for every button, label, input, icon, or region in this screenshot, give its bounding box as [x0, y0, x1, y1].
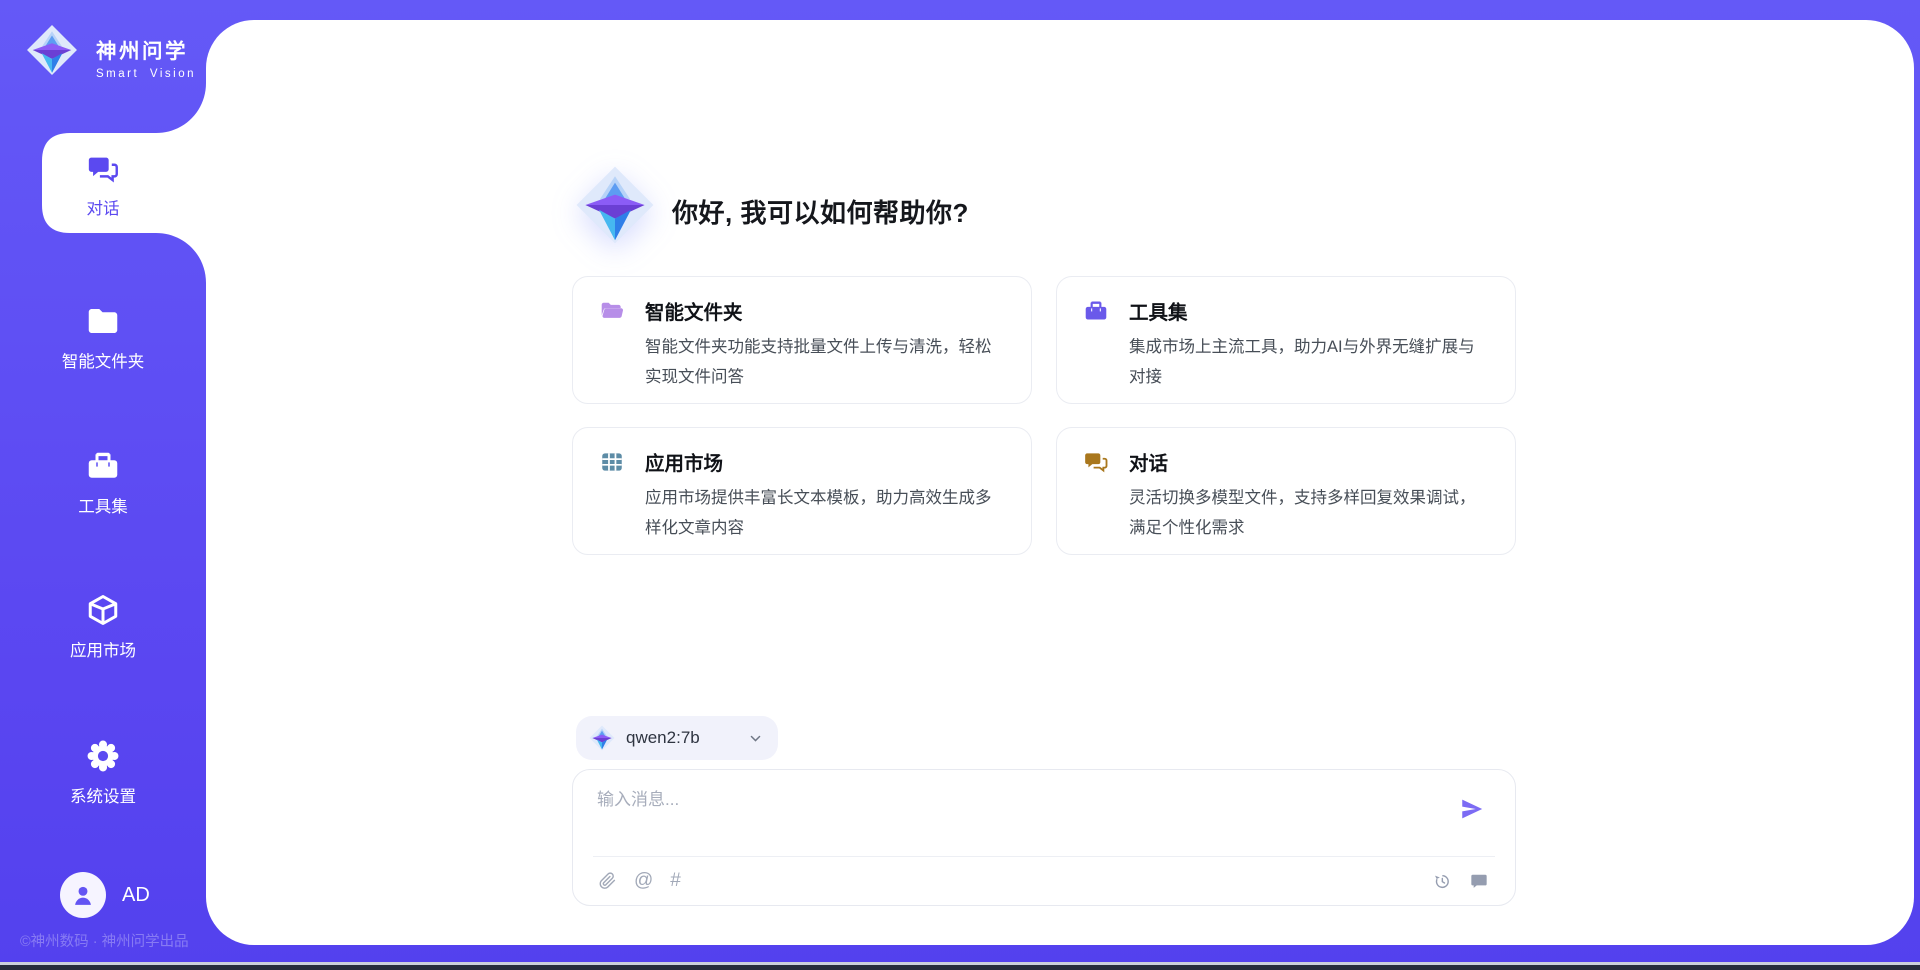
assistant-logo-icon: [575, 165, 655, 245]
message-input[interactable]: [597, 785, 1417, 849]
brand: 神州问学 Smart Vision: [26, 24, 196, 80]
sidebar-item-settings[interactable]: 系统设置: [0, 738, 206, 807]
sidebar-item-smart-folder[interactable]: 智能文件夹: [0, 303, 206, 372]
sidebar-item-label: 工具集: [78, 493, 128, 517]
sidebar-item-label: 智能文件夹: [62, 348, 145, 372]
card-toolset[interactable]: 工具集 集成市场上主流工具，助力AI与外界无缝扩展与对接: [1056, 276, 1516, 404]
sidebar: 神州问学 Smart Vision 对话 智能文件夹: [0, 0, 206, 970]
brand-name: 神州问学: [96, 34, 196, 64]
card-description: 智能文件夹功能支持批量文件上传与清洗，轻松实现文件问答: [645, 332, 1007, 392]
user-label: AD: [122, 884, 150, 907]
brand-logo-icon: [26, 24, 78, 76]
hash-icon[interactable]: #: [670, 871, 681, 891]
avatar: [60, 872, 106, 918]
copyright-text: ©神州数码 · 神州问学出品: [20, 930, 189, 951]
folder-open-icon: [599, 298, 625, 324]
main-content: 你好, 我可以如何帮助你? 智能文件夹 智能文件夹功能支持批量文件上传与清洗，轻…: [206, 20, 1914, 945]
sidebar-item-label: 系统设置: [70, 783, 136, 807]
user-account[interactable]: AD: [60, 872, 150, 918]
cube-icon: [85, 592, 121, 628]
greeting-title: 你好, 我可以如何帮助你?: [672, 193, 969, 230]
card-title: 对话: [1129, 447, 1168, 476]
chat-icon: [86, 152, 120, 186]
sidebar-item-label: 应用市场: [70, 637, 136, 661]
message-composer: @ #: [572, 769, 1516, 906]
card-app-market[interactable]: 应用市场 应用市场提供丰富长文本模板，助力高效生成多样化文章内容: [572, 427, 1032, 555]
model-logo-icon: [589, 725, 615, 751]
card-chat[interactable]: 对话 灵活切换多模型文件，支持多样回复效果调试，满足个性化需求: [1056, 427, 1516, 555]
app-window: 神州问学 Smart Vision 对话 智能文件夹: [0, 0, 1920, 970]
model-selector[interactable]: qwen2:7b: [576, 716, 778, 760]
toolbox-icon: [1083, 298, 1109, 324]
card-description: 灵活切换多模型文件，支持多样回复效果调试，满足个性化需求: [1129, 483, 1491, 543]
feature-cards: 智能文件夹 智能文件夹功能支持批量文件上传与清洗，轻松实现文件问答 工具集: [572, 276, 1516, 555]
at-icon[interactable]: @: [634, 871, 653, 891]
card-title: 工具集: [1129, 296, 1188, 325]
history-icon[interactable]: [1432, 871, 1452, 891]
model-name: qwen2:7b: [626, 728, 700, 748]
folder-icon: [85, 303, 121, 339]
sidebar-item-chat[interactable]: 对话: [0, 152, 206, 219]
card-smart-folder[interactable]: 智能文件夹 智能文件夹功能支持批量文件上传与清洗，轻松实现文件问答: [572, 276, 1032, 404]
sidebar-item-toolset[interactable]: 工具集: [0, 448, 206, 517]
card-description: 应用市场提供丰富长文本模板，助力高效生成多样化文章内容: [645, 483, 1007, 543]
card-title: 智能文件夹: [645, 296, 743, 325]
message-icon[interactable]: [1469, 871, 1489, 891]
chevron-down-icon: [749, 732, 762, 745]
brand-subtitle: Smart Vision: [96, 68, 196, 80]
send-icon[interactable]: [1459, 796, 1485, 822]
chat-icon: [1083, 449, 1109, 475]
card-description: 集成市场上主流工具，助力AI与外界无缝扩展与对接: [1129, 332, 1491, 392]
window-bottom-bar: [0, 965, 1920, 970]
card-title: 应用市场: [645, 447, 723, 476]
user-avatar-icon: [70, 882, 96, 908]
toolbox-icon: [85, 448, 121, 484]
sidebar-item-label: 对话: [87, 195, 120, 219]
paperclip-icon[interactable]: [597, 871, 617, 891]
grid-icon: [599, 449, 625, 475]
sidebar-item-app-market[interactable]: 应用市场: [0, 592, 206, 661]
composer-toolbar: @ #: [597, 857, 1489, 905]
gear-icon: [85, 738, 121, 774]
